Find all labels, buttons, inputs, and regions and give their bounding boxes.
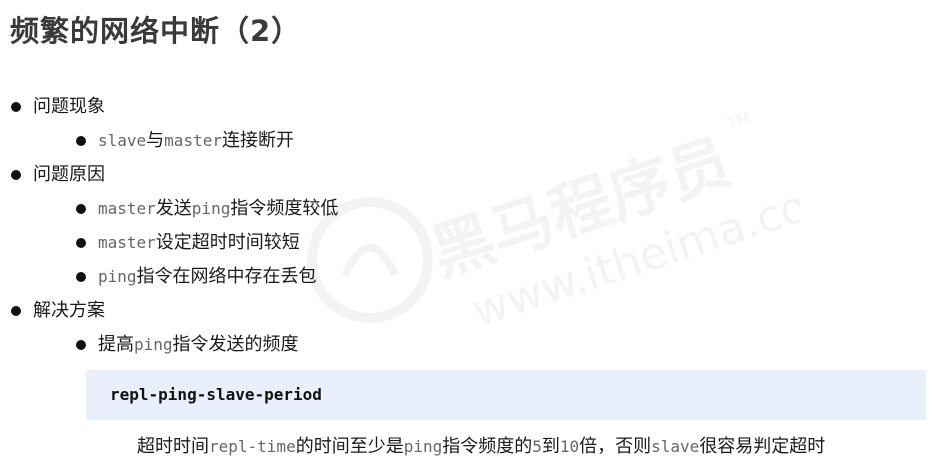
item-text: 连接断开 [221, 130, 294, 151]
item-text: 提高 [98, 334, 134, 355]
code-inline: slave [651, 437, 700, 456]
note-text: 很容易判定超时 [699, 436, 826, 457]
bullet-icon [76, 136, 86, 146]
code-inline: 10 [559, 437, 580, 456]
bullet-icon [76, 204, 86, 214]
code-inline: repl-time [209, 437, 296, 456]
watermark-tm: TM [724, 110, 753, 134]
code-inline: master [98, 199, 156, 218]
bullet-icon [11, 102, 21, 112]
note-text: 超时时间 [137, 436, 209, 457]
code-block: repl-ping-slave-period [86, 370, 926, 420]
section-label-cause: 问题原因 [33, 164, 105, 185]
item-text: 指令发送的频度 [172, 334, 299, 355]
list-item: master发送ping指令频度较低 [98, 197, 338, 221]
bullet-icon [11, 170, 21, 180]
list-item: ping指令在网络中存在丢包 [98, 265, 317, 289]
item-text: 指令在网络中存在丢包 [136, 266, 317, 287]
item-text: 与 [146, 130, 165, 151]
footnote: 超时时间repl-time的时间至少是ping指令频度的5到10倍，否则slav… [137, 435, 825, 459]
itheima-watermark-logo: 黑马程序员 www.itheima.com TM [307, 110, 800, 330]
code-inline: 5 [532, 437, 542, 456]
note-text: 倍，否则 [579, 436, 652, 457]
list-item: slave与master连接断开 [98, 129, 294, 153]
section-label-solution: 解决方案 [33, 300, 105, 321]
watermark-brand-cn: 黑马程序员 [423, 125, 740, 290]
code-inline: ping [98, 267, 137, 286]
code-inline: ping [191, 199, 231, 218]
code-inline: master [98, 233, 156, 252]
watermark-brand-url: www.itheima.com [466, 167, 800, 330]
bullet-icon [76, 238, 86, 248]
item-text: 指令频度较低 [230, 198, 339, 219]
code-inline: master [164, 131, 222, 150]
list-item: 提高ping指令发送的频度 [98, 333, 299, 357]
bullet-icon [11, 306, 21, 316]
code-inline: ping [403, 437, 443, 456]
code-block-text: repl-ping-slave-period [110, 385, 322, 404]
code-inline: ping [134, 335, 173, 354]
note-text: 到 [541, 436, 560, 457]
page-title: 频繁的网络中断（2） [10, 14, 302, 48]
item-text: 设定超时时间较短 [155, 232, 300, 253]
item-text: 发送 [155, 198, 192, 219]
note-text: 指令频度的 [442, 436, 533, 457]
code-inline: slave [98, 131, 147, 150]
note-text: 的时间至少是 [295, 436, 404, 457]
list-item: master设定超时时间较短 [98, 231, 300, 255]
bullet-icon [76, 272, 86, 282]
bullet-icon [76, 340, 86, 350]
section-label-symptom: 问题现象 [33, 96, 105, 117]
